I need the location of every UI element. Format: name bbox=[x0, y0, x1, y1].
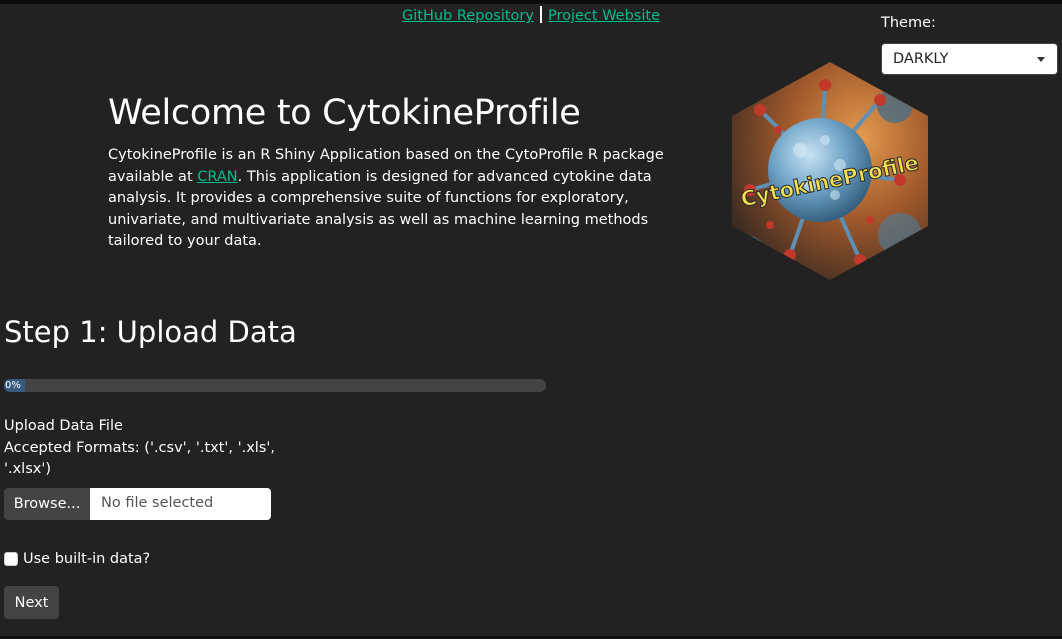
use-builtin-data-label[interactable]: Use built-in data? bbox=[23, 551, 150, 567]
github-repository-link[interactable]: GitHub Repository bbox=[402, 8, 534, 24]
accepted-formats-label: Accepted Formats: ('.csv', '.txt', '.xls… bbox=[4, 439, 275, 478]
upload-data-file-label: Upload Data File bbox=[4, 418, 123, 434]
window-top-edge bbox=[0, 0, 1062, 4]
use-builtin-data-checkbox[interactable] bbox=[4, 552, 18, 566]
link-separator bbox=[539, 6, 542, 23]
upload-label: Upload Data File Accepted Formats: ('.cs… bbox=[4, 416, 284, 481]
welcome-title: Welcome to CytokineProfile bbox=[108, 93, 581, 133]
progress-bar: 0% bbox=[4, 379, 546, 392]
next-button[interactable]: Next bbox=[4, 586, 59, 619]
welcome-description: CytokineProfile is an R Shiny Applicatio… bbox=[108, 145, 693, 253]
browse-button[interactable]: Browse... bbox=[4, 488, 90, 520]
step1-title: Step 1: Upload Data bbox=[4, 315, 297, 349]
caret-down-icon bbox=[1037, 57, 1045, 62]
progress-bar-fill: 0% bbox=[4, 379, 25, 392]
theme-label: Theme: bbox=[881, 15, 936, 31]
cran-link[interactable]: CRAN bbox=[197, 169, 237, 185]
file-name-field[interactable]: No file selected bbox=[90, 488, 271, 520]
builtin-data-option: Use built-in data? bbox=[4, 551, 150, 567]
project-website-link[interactable]: Project Website bbox=[548, 8, 660, 24]
file-input-group: Browse... No file selected bbox=[4, 488, 271, 520]
cytokineprofile-logo-icon: CytokineProfile bbox=[732, 62, 928, 280]
